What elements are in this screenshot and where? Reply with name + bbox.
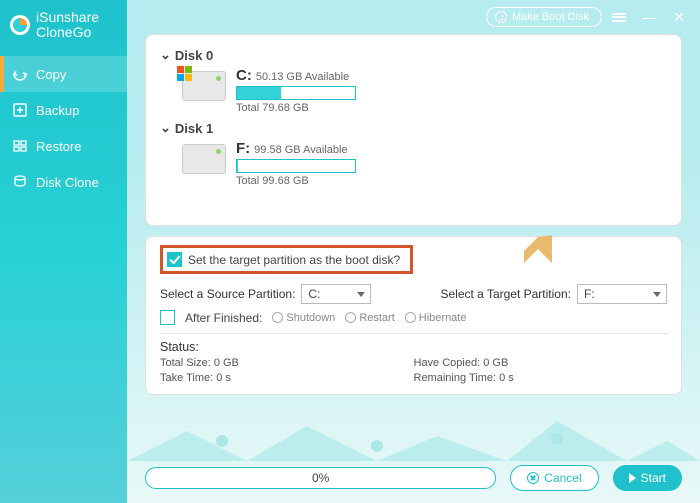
hamburger-icon: [612, 11, 626, 23]
drive-icon: [182, 144, 226, 174]
menu-button[interactable]: [606, 4, 632, 30]
nav-disk-clone-label: Disk Clone: [36, 175, 99, 190]
brand-line2: CloneGo: [36, 25, 99, 40]
source-partition-select[interactable]: C:: [301, 284, 371, 304]
radio-dot-icon: [405, 312, 416, 323]
close-button[interactable]: ✕: [666, 4, 692, 30]
radio-hibernate[interactable]: Hibernate: [405, 312, 467, 324]
partition-f-total: Total 99.68 GB: [236, 175, 356, 187]
brand-logo-icon: [10, 15, 30, 35]
disk0-header[interactable]: ⌄ Disk 0: [160, 47, 667, 63]
partition-f-usage-bar: [236, 159, 356, 173]
boot-disk-icon: [495, 11, 507, 23]
brand: iSunshare CloneGo: [0, 0, 127, 56]
status-remaining-label: Remaining Time:: [414, 372, 497, 384]
callout-arrow-icon: [516, 233, 556, 273]
partition-c-total: Total 79.68 GB: [236, 102, 356, 114]
chevron-down-icon: ⌄: [160, 47, 171, 63]
target-partition-select[interactable]: F:: [577, 284, 667, 304]
partition-f[interactable]: F: 99.58 GB Available Total 99.68 GB: [182, 140, 667, 187]
cancel-icon: [527, 472, 539, 484]
drive-icon: [182, 71, 226, 101]
disk0-name: Disk 0: [175, 48, 213, 63]
titlebar: Make Boot Disk — ✕: [127, 0, 700, 34]
boot-disk-checkbox[interactable]: [167, 252, 182, 267]
partition-f-info: F: 99.58 GB Available Total 99.68 GB: [236, 140, 356, 187]
status-title: Status:: [160, 340, 667, 354]
radio-shutdown[interactable]: Shutdown: [272, 312, 335, 324]
partition-c-letter: C:: [236, 67, 252, 84]
content: ⌄ Disk 0 C: 50.13 GB Available Total 79.…: [127, 34, 700, 459]
sidebar: iSunshare CloneGo Copy Backup Restore: [0, 0, 127, 503]
radio-dot-icon: [272, 312, 283, 323]
cancel-button[interactable]: Cancel: [510, 465, 598, 491]
status-have-copied-value: 0 GB: [483, 357, 508, 369]
restore-icon: [12, 138, 28, 154]
partition-f-available: 99.58 GB Available: [254, 144, 347, 156]
chevron-down-icon: ⌄: [160, 120, 171, 136]
nav-backup-label: Backup: [36, 103, 79, 118]
partition-f-letter: F:: [236, 140, 250, 157]
backup-icon: [12, 102, 28, 118]
make-boot-disk-button[interactable]: Make Boot Disk: [486, 7, 602, 27]
status-grid: Total Size: 0 GB Have Copied: 0 GB Take …: [160, 357, 667, 384]
cancel-label: Cancel: [544, 471, 581, 485]
status-total-size-value: 0 GB: [214, 357, 239, 369]
disk1-header[interactable]: ⌄ Disk 1: [160, 120, 667, 136]
brand-line1: iSunshare: [36, 10, 99, 25]
nav-restore-label: Restore: [36, 139, 82, 154]
source-partition-label: Select a Source Partition:: [160, 287, 295, 301]
status-remaining-value: 0 s: [499, 372, 514, 384]
partition-c[interactable]: C: 50.13 GB Available Total 79.68 GB: [182, 67, 667, 114]
boot-checkbox-highlight: Set the target partition as the boot dis…: [160, 245, 413, 274]
radio-restart[interactable]: Restart: [345, 312, 394, 324]
partition-c-available: 50.13 GB Available: [256, 71, 349, 83]
start-label: Start: [641, 471, 666, 485]
status-take-time-value: 0 s: [216, 372, 231, 384]
nav-copy-label: Copy: [36, 67, 66, 82]
target-partition-label: Select a Target Partition:: [440, 287, 571, 301]
windows-icon: [177, 66, 195, 84]
make-boot-disk-label: Make Boot Disk: [512, 11, 589, 23]
status-take-time-label: Take Time:: [160, 372, 213, 384]
start-button[interactable]: Start: [613, 465, 682, 491]
app-window: iSunshare CloneGo Copy Backup Restore: [0, 0, 700, 503]
minimize-button[interactable]: —: [636, 4, 662, 30]
radio-dot-icon: [345, 312, 356, 323]
disk1-name: Disk 1: [175, 121, 213, 136]
progress-text: 0%: [312, 471, 329, 485]
boot-disk-checkbox-label: Set the target partition as the boot dis…: [188, 253, 400, 267]
after-finished-checkbox[interactable]: [160, 310, 175, 325]
main-area: Make Boot Disk — ✕ ⌄ Disk 0: [127, 0, 700, 503]
separator: [160, 333, 667, 334]
nav-copy[interactable]: Copy: [0, 56, 127, 92]
nav-backup[interactable]: Backup: [0, 92, 127, 128]
brand-text: iSunshare CloneGo: [36, 10, 99, 40]
status-total-size-label: Total Size:: [160, 357, 211, 369]
footer: 0% Cancel Start: [127, 459, 700, 503]
after-finished-label: After Finished:: [185, 311, 262, 325]
partition-c-info: C: 50.13 GB Available Total 79.68 GB: [236, 67, 356, 114]
disk-clone-icon: [12, 174, 28, 190]
progress-bar: 0%: [145, 467, 496, 489]
disks-panel: ⌄ Disk 0 C: 50.13 GB Available Total 79.…: [145, 34, 682, 226]
play-icon: [629, 473, 636, 483]
status-have-copied-label: Have Copied:: [414, 357, 481, 369]
partition-c-usage-bar: [236, 86, 356, 100]
nav-disk-clone[interactable]: Disk Clone: [0, 164, 127, 200]
options-panel: Set the target partition as the boot dis…: [145, 236, 682, 395]
copy-icon: [12, 66, 28, 82]
nav-restore[interactable]: Restore: [0, 128, 127, 164]
